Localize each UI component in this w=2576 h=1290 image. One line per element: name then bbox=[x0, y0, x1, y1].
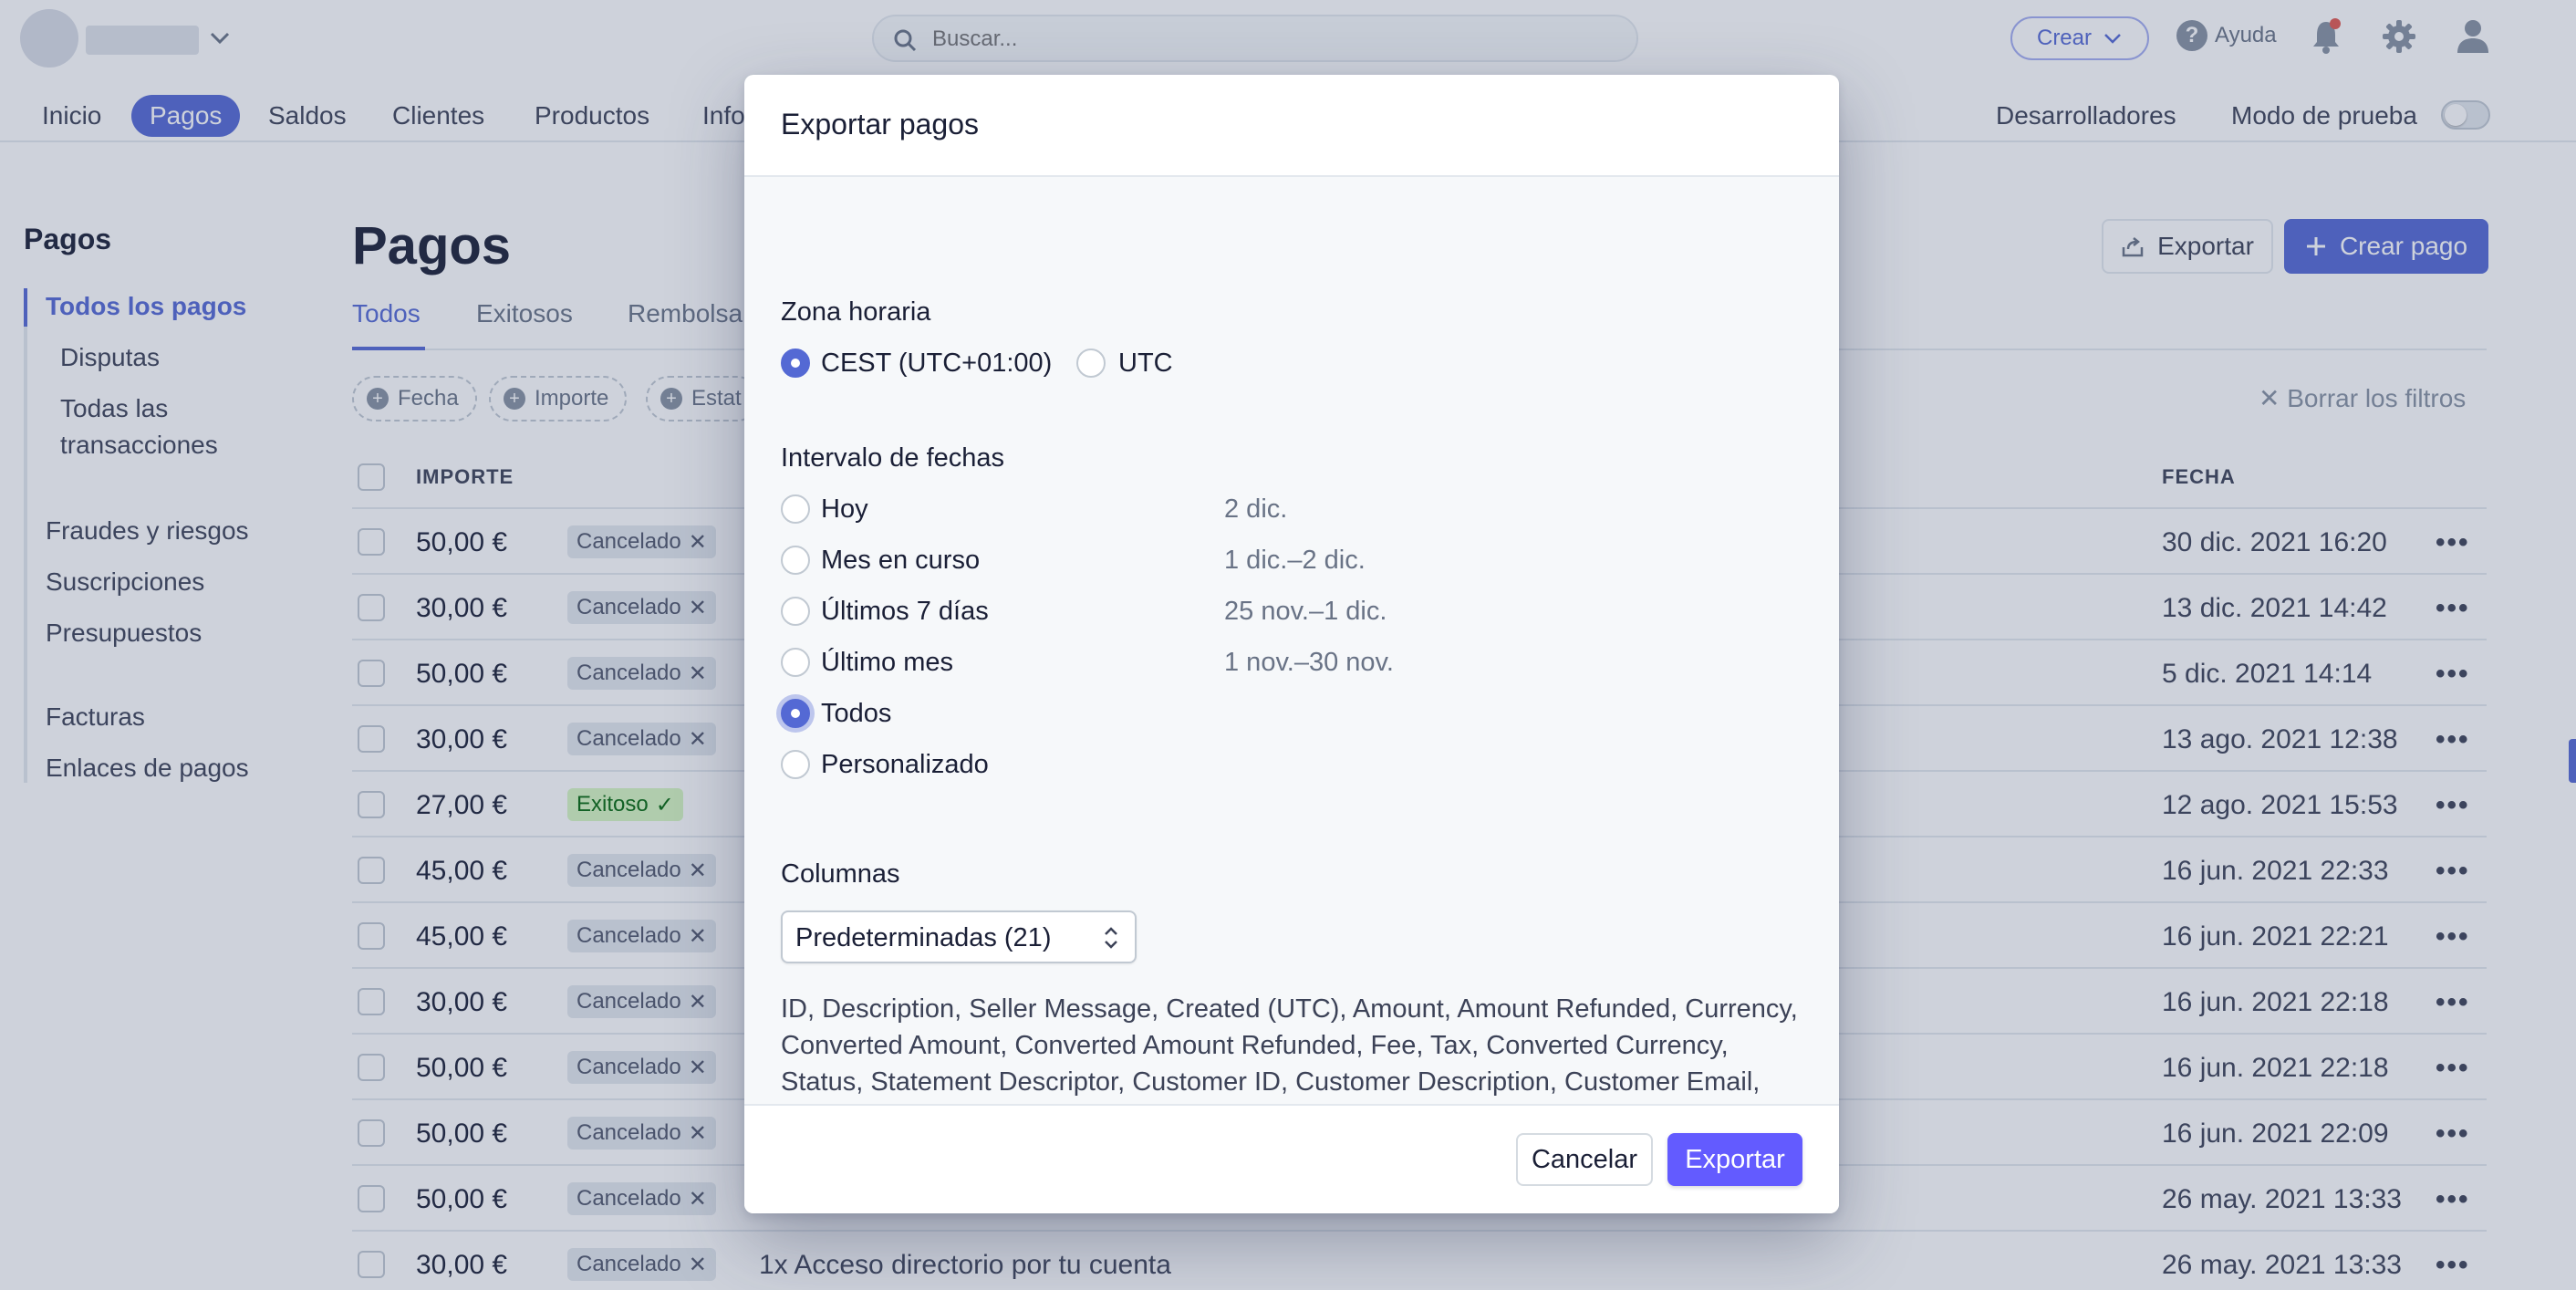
select-arrows-icon bbox=[1105, 927, 1117, 949]
radio-label-date-range[interactable]: Último mes bbox=[821, 648, 953, 678]
columns-select-value: Predeterminadas (21) bbox=[795, 923, 1052, 952]
radio-timezone-utc[interactable] bbox=[1076, 349, 1106, 378]
radio-date-range-option[interactable] bbox=[781, 750, 810, 779]
radio-label-utc[interactable]: UTC bbox=[1118, 349, 1173, 379]
dialog-header: Exportar pagos bbox=[744, 75, 1839, 177]
date-range-label: Intervalo de fechas bbox=[781, 443, 1005, 473]
dialog-title: Exportar pagos bbox=[781, 108, 980, 140]
radio-date-range-option[interactable] bbox=[781, 699, 810, 728]
columns-select[interactable]: Predeterminadas (21) bbox=[781, 910, 1137, 963]
date-range-preview: 1 dic.–2 dic. bbox=[1224, 546, 1366, 575]
cancel-button[interactable]: Cancelar bbox=[1516, 1133, 1653, 1186]
radio-date-range-option[interactable] bbox=[781, 597, 810, 626]
export-payments-dialog: Exportar pagos Zona horaria CEST (UTC+01… bbox=[744, 75, 1839, 1213]
radio-date-range-option[interactable] bbox=[781, 546, 810, 575]
dialog-footer: Cancelar Exportar bbox=[744, 1104, 1839, 1213]
columns-label: Columnas bbox=[781, 859, 900, 889]
radio-timezone-cest[interactable] bbox=[781, 349, 810, 378]
export-confirm-button[interactable]: Exportar bbox=[1667, 1133, 1802, 1186]
radio-label-date-range[interactable]: Hoy bbox=[821, 494, 868, 525]
radio-label-date-range[interactable]: Todos bbox=[821, 699, 891, 729]
timezone-label: Zona horaria bbox=[781, 297, 931, 327]
radio-date-range-option[interactable] bbox=[781, 494, 810, 524]
radio-label-date-range[interactable]: Personalizado bbox=[821, 750, 989, 780]
radio-label-cest[interactable]: CEST (UTC+01:00) bbox=[821, 349, 1052, 379]
date-range-preview: 1 nov.–30 nov. bbox=[1224, 648, 1394, 677]
radio-label-date-range[interactable]: Últimos 7 días bbox=[821, 597, 989, 627]
radio-date-range-option[interactable] bbox=[781, 648, 810, 677]
dashboard-page: Crear ? Ayuda Inicio Pagos Saldos Client… bbox=[0, 0, 2576, 1290]
dialog-body: Zona horaria CEST (UTC+01:00) UTC Interv… bbox=[744, 177, 1839, 1133]
radio-label-date-range[interactable]: Mes en curso bbox=[821, 546, 980, 576]
date-range-preview: 25 nov.–1 dic. bbox=[1224, 597, 1387, 626]
date-range-preview: 2 dic. bbox=[1224, 494, 1288, 524]
